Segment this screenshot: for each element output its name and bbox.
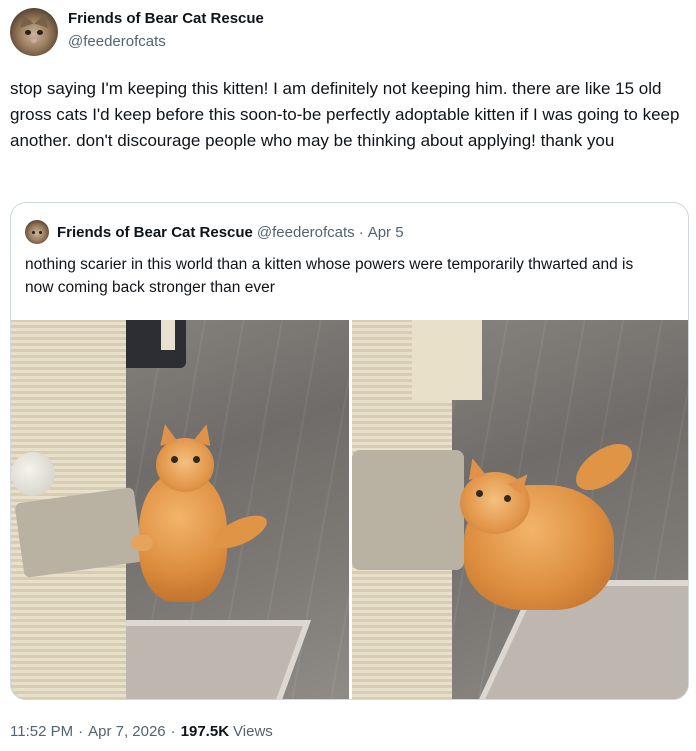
tweet-text: stop saying I'm keeping this kitten! I a…: [10, 79, 680, 150]
quoted-tweet-header: Friends of Bear Cat Rescue @feederofcats…: [25, 219, 404, 245]
quoted-tweet[interactable]: Friends of Bear Cat Rescue @feederofcats…: [10, 202, 689, 700]
tweet-time[interactable]: 11:52 PM: [10, 722, 73, 742]
quoted-author-handle: @feederofcats: [256, 223, 355, 241]
tweet-detail: Friends of Bear Cat Rescue @feederofcats…: [0, 0, 696, 751]
quoted-separator: ·: [358, 223, 364, 241]
author-handle[interactable]: @feederofcats: [68, 32, 264, 52]
meta-separator: ·: [78, 723, 84, 740]
quoted-tweet-date[interactable]: Apr 5: [368, 224, 404, 241]
views-label: Views: [233, 723, 273, 740]
kitten-photo-standing[interactable]: [11, 320, 349, 699]
views-count[interactable]: 197.5K: [181, 722, 229, 742]
tweet-header: Friends of Bear Cat Rescue @feederofcats: [10, 8, 264, 58]
tweet-date[interactable]: Apr 7, 2026: [88, 722, 166, 742]
meta-separator: ·: [170, 723, 176, 740]
quoted-author-display-name: Friends of Bear Cat Rescue: [57, 223, 253, 241]
author-avatar[interactable]: [10, 8, 58, 56]
kitten-photo-crouching[interactable]: [352, 320, 688, 699]
quoted-author-avatar: [25, 220, 49, 244]
quoted-media-grid: [11, 320, 688, 699]
author-names: Friends of Bear Cat Rescue @feederofcats: [68, 8, 264, 52]
quoted-tweet-text: nothing scarier in this world than a kit…: [25, 256, 634, 296]
tweet-meta: 11:52 PM · Apr 7, 2026 · 197.5K Views: [10, 722, 273, 742]
author-display-name[interactable]: Friends of Bear Cat Rescue: [68, 9, 264, 29]
